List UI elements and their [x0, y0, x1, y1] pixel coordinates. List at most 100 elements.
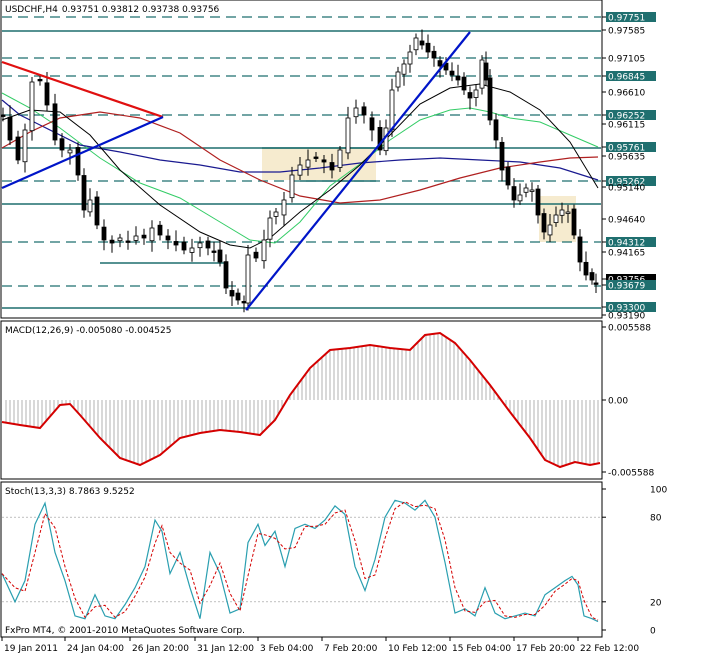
price-candle — [52, 103, 58, 141]
price-candle — [229, 290, 235, 297]
price-tick-label: 0.95140 — [608, 184, 645, 194]
price-tick-label: 0.97585 — [608, 27, 645, 37]
stoch-axis: 100 80 20 0 — [602, 486, 667, 637]
price-candle — [0, 114, 6, 117]
price-tick-label: 0.95635 — [608, 153, 645, 163]
price-candle — [505, 166, 511, 186]
chart-canvas[interactable]: 0.977510.975850.971050.968450.966100.962… — [0, 0, 710, 654]
price-candle — [205, 240, 211, 249]
price-candle — [181, 241, 187, 251]
price-candle — [473, 89, 479, 98]
price-candle — [431, 50, 437, 59]
price-candle — [361, 106, 367, 116]
price-candle — [517, 194, 523, 202]
price-candle — [449, 70, 455, 76]
price-candle — [217, 249, 223, 263]
price-candle — [101, 226, 107, 241]
macd-tick-label: 0.005588 — [608, 324, 651, 334]
time-tick-label: 3 Feb 04:00 — [260, 644, 314, 654]
price-candle — [493, 119, 499, 141]
stoch-tick-label: 100 — [650, 486, 667, 496]
copyright-label: FxPro MT4, © 2001-2010 MetaQuotes Softwa… — [5, 626, 245, 636]
chart-window: 0.97751 0.97585 0.97105 0.96845 0.96610 0.962… — [0, 0, 710, 654]
price-candle — [425, 42, 431, 53]
price-candle — [483, 62, 489, 81]
stoch-panel[interactable] — [0, 481, 603, 638]
price-candle — [523, 187, 529, 193]
symbol-label: USDCHF,H4 0.93751 0.93812 0.93738 0.93756 — [5, 5, 220, 15]
price-candle — [467, 92, 473, 99]
red-trend-line — [1, 60, 164, 119]
price-candle — [345, 117, 351, 154]
price-candle — [75, 147, 81, 176]
stoch-label: Stoch(13,3,3) 8.7863 9.5252 — [5, 487, 135, 497]
price-candle — [149, 227, 155, 242]
price-candle — [593, 282, 599, 285]
price-candle — [329, 162, 335, 171]
price-candle — [407, 51, 413, 65]
price-candle — [437, 60, 443, 67]
price-candle — [289, 174, 295, 199]
price-candle — [577, 236, 583, 263]
price-tick-label: 0.96115 — [608, 121, 645, 131]
price-candle — [553, 214, 559, 223]
price-tick-label: 0.94165 — [608, 249, 645, 259]
price-candle — [499, 141, 505, 171]
macd-tick-label: -0.005588 — [608, 469, 654, 479]
price-tick-label: 0.96610 — [608, 89, 645, 99]
time-axis: 19 Jan 2011 24 Jan 04:00 26 Jan 20:00 31 Ja… — [1, 637, 639, 654]
price-candle — [173, 241, 179, 246]
price-bars — [0, 29, 599, 313]
price-candle — [235, 292, 241, 301]
price-candle — [565, 211, 571, 214]
price-tick-label: 0.94640 — [608, 216, 645, 226]
price-candle — [281, 199, 287, 216]
price-candle — [165, 235, 171, 241]
price-candle — [261, 239, 267, 262]
price-candle — [59, 138, 65, 151]
macd-axis: 0.005588 0.00 -0.005588 — [602, 324, 654, 479]
price-candle — [125, 240, 131, 243]
price-candle — [22, 129, 28, 163]
time-tick-label: 26 Jan 20:00 — [132, 644, 189, 654]
stoch-main-line — [1, 499, 599, 623]
price-candle — [571, 208, 577, 236]
time-tick-label: 19 Jan 2011 — [4, 644, 58, 654]
price-candle — [401, 63, 407, 75]
price-candle — [461, 76, 467, 91]
price-candle — [479, 59, 485, 89]
price-candle — [117, 237, 123, 242]
price-candle — [109, 239, 115, 244]
price-candle — [353, 107, 359, 118]
time-tick-label: 15 Feb 04:00 — [452, 644, 511, 654]
price-candle — [245, 254, 251, 304]
stoch-tick-label: 20 — [650, 598, 662, 608]
time-tick-label: 24 Jan 04:00 — [67, 644, 124, 654]
price-tick-label: 0.96845 — [608, 73, 645, 83]
price-candle — [253, 251, 259, 259]
price-candle — [529, 189, 535, 192]
price-candle — [133, 235, 139, 241]
time-tick-label: 31 Jan 12:00 — [197, 644, 254, 654]
price-tick-label: 0.94312 — [608, 239, 645, 249]
price-candle — [37, 78, 43, 82]
price-candle — [157, 224, 163, 236]
price-candle — [81, 175, 87, 211]
price-candle — [189, 247, 195, 253]
time-tick-label: 22 Feb 12:00 — [580, 644, 639, 654]
price-candle — [197, 242, 203, 249]
price-tick-label: 0.97751 — [608, 14, 645, 24]
price-candle — [547, 224, 553, 236]
price-tick-label: 0.93679 — [608, 282, 645, 292]
price-candle — [535, 188, 541, 216]
price-candle — [389, 89, 395, 131]
time-tick-label: 17 Feb 20:00 — [516, 644, 575, 654]
time-tick-label: 7 Feb 20:00 — [324, 644, 378, 654]
price-candle — [583, 261, 589, 276]
price-tick-label: 0.97105 — [608, 55, 645, 65]
price-candle — [369, 117, 375, 131]
price-candle — [241, 301, 247, 304]
price-candle — [305, 159, 311, 168]
price-candle — [413, 37, 419, 51]
price-candle — [559, 209, 565, 216]
